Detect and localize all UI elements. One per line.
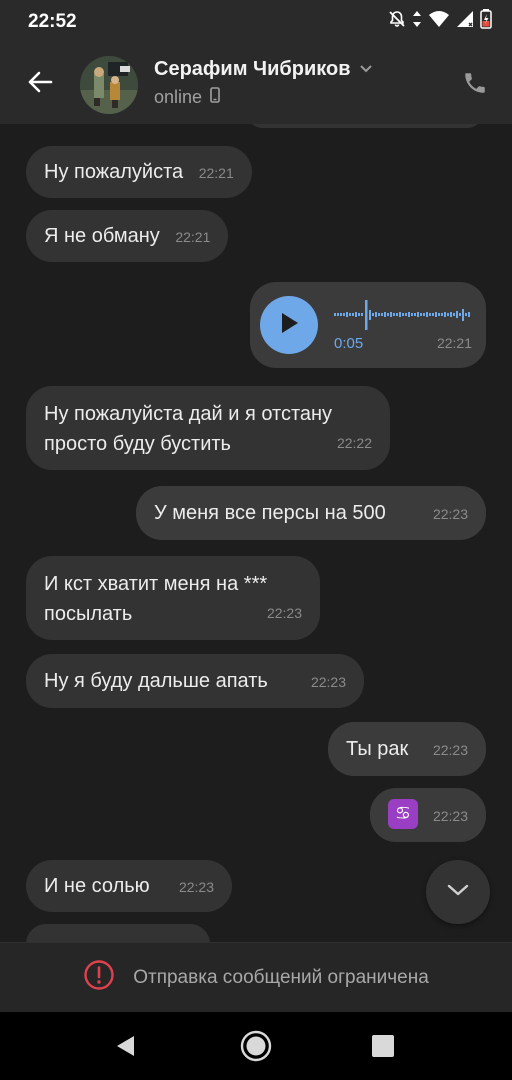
voice-message-bubble[interactable]: 0:05 22:21 bbox=[250, 282, 486, 368]
message-text: Ты рак bbox=[346, 738, 409, 760]
message-text-line: просто буду бустить bbox=[44, 433, 231, 455]
message-bubble-partial[interactable] bbox=[26, 924, 210, 942]
status-time: 22:52 bbox=[28, 11, 77, 32]
message-text: Ну я буду дальше апать bbox=[44, 670, 268, 692]
chat-header: Серафим Чибриков online bbox=[0, 44, 512, 124]
message-time: 22:23 bbox=[432, 808, 468, 824]
message-bubble-outgoing[interactable]: У меня все персы на 500 22:23 bbox=[136, 486, 486, 540]
message-text-line: И кст хватит меня на *** bbox=[44, 573, 268, 595]
message-text: Ну пожалуйста bbox=[44, 161, 184, 183]
voice-waveform[interactable] bbox=[334, 300, 474, 330]
play-button[interactable] bbox=[260, 296, 318, 354]
contact-status: online bbox=[154, 87, 203, 107]
message-bubble-incoming[interactable]: И не солью 22:23 bbox=[26, 860, 232, 912]
back-arrow-icon bbox=[27, 71, 53, 98]
message-bubble-incoming[interactable]: Ну пожалуйста 22:21 bbox=[26, 146, 252, 198]
mobile-device-icon bbox=[210, 87, 220, 108]
wifi-icon bbox=[428, 10, 450, 33]
message-time: 22:23 bbox=[266, 605, 302, 621]
avatar[interactable] bbox=[80, 56, 138, 114]
bell-off-icon bbox=[388, 10, 406, 33]
nav-home-icon[interactable] bbox=[240, 1030, 272, 1067]
messaging-restricted-bar: Отправка сообщений ограничена bbox=[0, 942, 512, 1012]
message-text-line: Ну пожалуйста дай и я отстану bbox=[44, 403, 333, 425]
message-time: 22:23 bbox=[432, 506, 468, 522]
message-time: 22:22 bbox=[336, 435, 372, 451]
message-text-line: посылать bbox=[44, 603, 133, 625]
message-bubble-incoming[interactable]: Ну пожалуйста дай и я отстану просто буд… bbox=[26, 386, 390, 470]
nav-back-icon[interactable] bbox=[114, 1034, 136, 1063]
status-icons bbox=[388, 8, 492, 34]
message-time: 22:21 bbox=[436, 335, 472, 351]
message-bubble-outgoing[interactable]: ♋ 22:23 bbox=[370, 788, 486, 842]
message-text: Я не обману bbox=[44, 225, 160, 247]
status-bar: 22:52 bbox=[0, 0, 512, 44]
data-arrows-icon bbox=[412, 10, 422, 33]
alert-circle-icon bbox=[83, 959, 115, 996]
message-time: 22:23 bbox=[178, 879, 214, 895]
message-list[interactable]: Ну пожалуйста 22:21 Я не обману 22:21 0:… bbox=[0, 124, 512, 942]
call-button[interactable] bbox=[458, 68, 492, 102]
message-bubble-outgoing[interactable]: Ты рак 22:23 bbox=[328, 722, 486, 776]
message-bubble-incoming[interactable]: Я не обману 22:21 bbox=[26, 210, 229, 262]
back-button[interactable] bbox=[22, 66, 58, 102]
chevron-down-icon bbox=[446, 883, 470, 902]
signal-icon bbox=[456, 10, 474, 33]
contact-name: Серафим Чибриков bbox=[154, 58, 351, 80]
phone-icon bbox=[462, 70, 488, 101]
contact-name-row[interactable]: Серафим Чибриков bbox=[154, 58, 373, 81]
voice-duration: 0:05 bbox=[334, 335, 364, 352]
message-bubble-incoming[interactable]: И кст хватит меня на *** посылать 22:23 bbox=[26, 556, 320, 640]
cancer-zodiac-emoji: ♋ bbox=[388, 798, 418, 829]
battery-charging-icon bbox=[480, 8, 492, 34]
message-text: И не солью bbox=[44, 875, 150, 897]
message-text: У меня все персы на 500 bbox=[154, 502, 386, 524]
message-bubble-incoming[interactable]: Ну я буду дальше апать 22:23 bbox=[26, 654, 364, 708]
contact-status-row: online bbox=[154, 87, 220, 108]
nav-recents-icon[interactable] bbox=[372, 1035, 394, 1057]
message-time: 22:21 bbox=[175, 229, 211, 245]
scroll-down-button[interactable] bbox=[426, 860, 490, 924]
message-time: 22:23 bbox=[432, 742, 468, 758]
play-icon bbox=[278, 311, 300, 340]
chevron-down-icon bbox=[359, 61, 373, 79]
restriction-text: Отправка сообщений ограничена bbox=[133, 966, 429, 988]
message-time: 22:23 bbox=[310, 674, 346, 690]
system-nav-bar bbox=[0, 1012, 512, 1080]
message-bubble-partial[interactable] bbox=[246, 124, 484, 128]
message-time: 22:21 bbox=[198, 165, 234, 181]
